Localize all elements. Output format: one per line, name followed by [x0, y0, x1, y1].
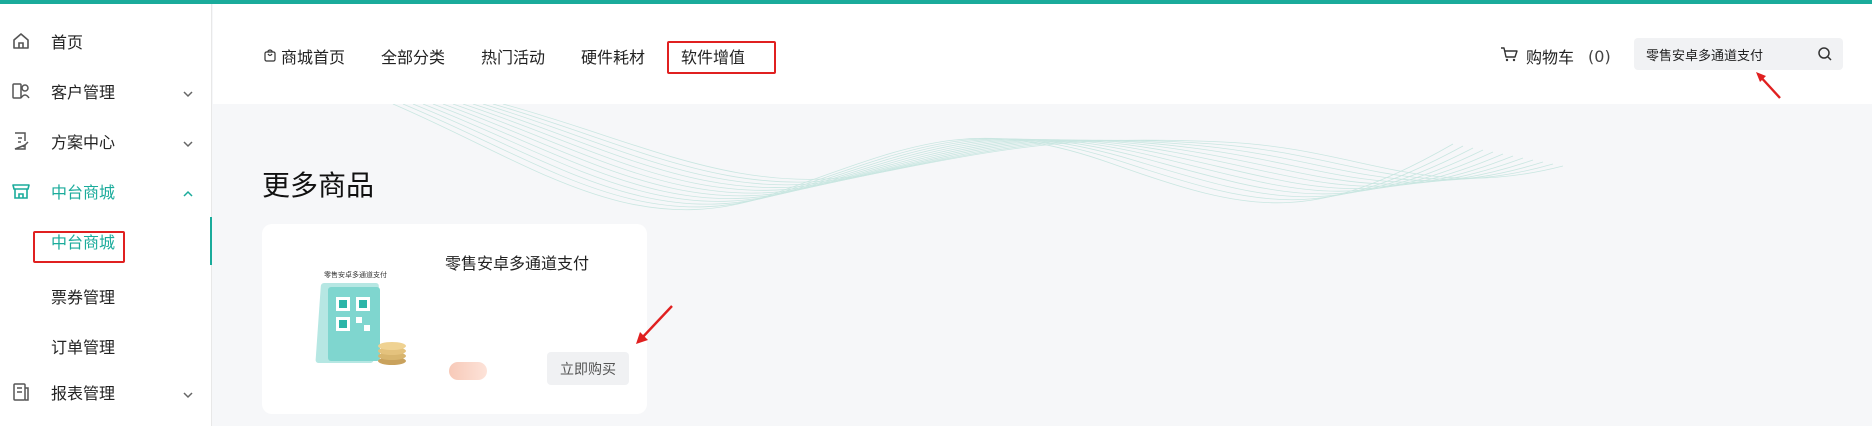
buy-now-button[interactable]: 立即购买 [547, 352, 629, 385]
sidebar-subitem-label: 订单管理 [51, 338, 116, 357]
decorative-wave-banner [213, 104, 1872, 224]
home-icon [11, 31, 31, 51]
product-thumbnail [312, 269, 416, 369]
thumbnail-caption: 零售安卓多通道支付 [324, 271, 387, 279]
customer-icon [11, 81, 31, 101]
chevron-down-icon [182, 386, 194, 399]
sidebar-subitem-label: 中台商城 [51, 233, 116, 252]
sidebar-subitem-label: 票券管理 [51, 288, 116, 307]
sidebar-item-label: 报表管理 [51, 384, 116, 403]
sidebar-item-solutions[interactable]: 方案中心 [0, 120, 212, 162]
sidebar-item-label: 中台商城 [51, 183, 116, 202]
section-title: 更多商品 [262, 169, 375, 202]
sidebar-item-label: 客户管理 [51, 83, 116, 102]
report-icon [11, 382, 31, 402]
cart-icon [1500, 46, 1518, 66]
chevron-up-icon [182, 185, 194, 197]
tab-label: 商城首页 [281, 48, 346, 67]
tab-software-value-added[interactable]: 软件增值 [681, 44, 745, 68]
sidebar-subitem-mall[interactable]: 中台商城 [0, 217, 212, 265]
chevron-down-icon [182, 85, 194, 98]
sidebar-item-mall[interactable]: 中台商城 [0, 170, 212, 212]
sidebar-item-label: 首页 [51, 33, 84, 52]
store-icon [11, 181, 31, 201]
document-edit-icon [11, 131, 31, 151]
sidebar-item-customers[interactable]: 客户管理 [0, 70, 212, 112]
tab-hardware[interactable]: 硬件耗材 [581, 44, 645, 68]
search-box [1634, 38, 1843, 70]
tab-hot-activities[interactable]: 热门活动 [481, 44, 545, 68]
top-nav: 商城首页 全部分类 热门活动 硬件耗材 软件增值 购物车 (0) [213, 4, 1872, 104]
price-tag-shape [449, 362, 487, 380]
search-input[interactable] [1634, 38, 1809, 70]
search-icon[interactable] [1817, 46, 1833, 62]
sidebar: 首页 客户管理 方案中心 中台商城 中台商城 票券管理 订单管理 报表管理 [0, 4, 212, 426]
cart-label: 购物车 [1526, 48, 1575, 67]
chevron-down-icon [182, 135, 194, 148]
tab-mall-home[interactable]: 商城首页 [263, 44, 345, 68]
product-card[interactable]: 零售安卓多通道支付 零售安卓多通道支付 立即购买 [262, 224, 647, 414]
sidebar-item-home[interactable]: 首页 [0, 20, 212, 62]
tab-all-categories[interactable]: 全部分类 [381, 44, 445, 68]
product-name[interactable]: 零售安卓多通道支付 [445, 250, 589, 274]
cart-count: (0) [1588, 46, 1611, 66]
sidebar-subitem-orders[interactable]: 订单管理 [0, 322, 212, 370]
shopping-bag-icon [263, 47, 277, 66]
sidebar-subitem-tickets[interactable]: 票券管理 [0, 272, 212, 320]
sidebar-item-label: 方案中心 [51, 133, 116, 152]
cart-button[interactable]: 购物车 (0) [1500, 44, 1611, 68]
sidebar-item-reports[interactable]: 报表管理 [0, 371, 212, 413]
